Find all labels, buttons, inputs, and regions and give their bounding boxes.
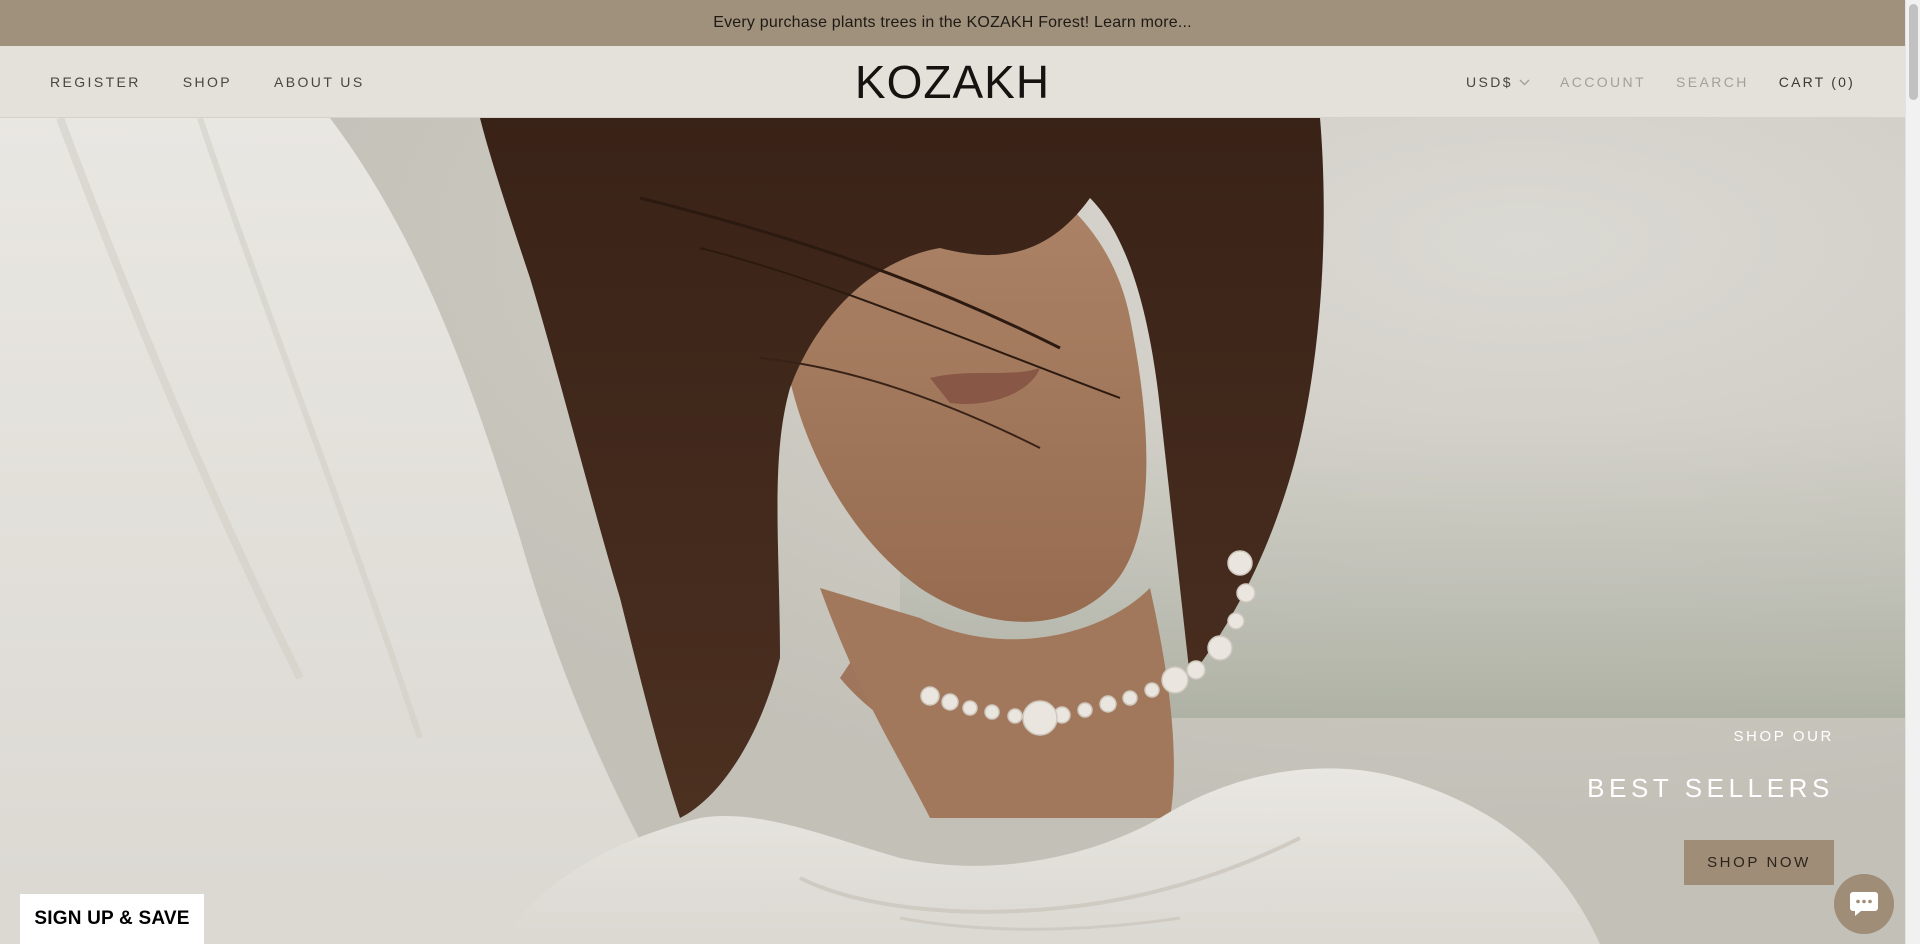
page: Every purchase plants trees in the KOZAK…: [0, 0, 1905, 944]
nav-register-link[interactable]: REGISTER: [50, 74, 141, 90]
hero-caption: SHOP OUR BEST SELLERS SHOP NOW: [1587, 728, 1834, 885]
announcement-bar[interactable]: Every purchase plants trees in the KOZAK…: [0, 0, 1905, 46]
signup-button[interactable]: SIGN UP & SAVE: [20, 894, 204, 944]
chat-launcher[interactable]: [1834, 874, 1894, 934]
cart-link[interactable]: CART (0): [1779, 74, 1855, 90]
primary-nav: REGISTER SHOP ABOUT US: [50, 46, 365, 118]
account-link[interactable]: ACCOUNT: [1560, 74, 1646, 90]
chevron-down-icon: [1519, 79, 1530, 85]
utility-nav: USD$ ACCOUNT SEARCH CART (0): [1466, 46, 1855, 118]
currency-selector[interactable]: USD$: [1466, 74, 1530, 90]
scrollbar-thumb[interactable]: [1909, 4, 1918, 100]
site-logo[interactable]: KOZAKH: [855, 46, 1050, 118]
hero-kicker: SHOP OUR: [1733, 728, 1834, 745]
site-header: REGISTER SHOP ABOUT US KOZAKH USD$ ACCOU…: [0, 46, 1905, 118]
nav-about-link[interactable]: ABOUT US: [274, 74, 365, 90]
chat-bubble-icon: [1850, 892, 1878, 916]
hero-headline: BEST SELLERS: [1587, 773, 1834, 803]
hero-banner: SHOP OUR BEST SELLERS SHOP NOW: [0, 118, 1905, 944]
currency-label: USD$: [1466, 74, 1513, 90]
page-scrollbar[interactable]: [1905, 0, 1920, 944]
announcement-text[interactable]: Every purchase plants trees in the KOZAK…: [713, 14, 1192, 32]
search-link[interactable]: SEARCH: [1676, 74, 1749, 90]
nav-shop-link[interactable]: SHOP: [183, 74, 232, 90]
shop-now-button[interactable]: SHOP NOW: [1684, 840, 1834, 885]
